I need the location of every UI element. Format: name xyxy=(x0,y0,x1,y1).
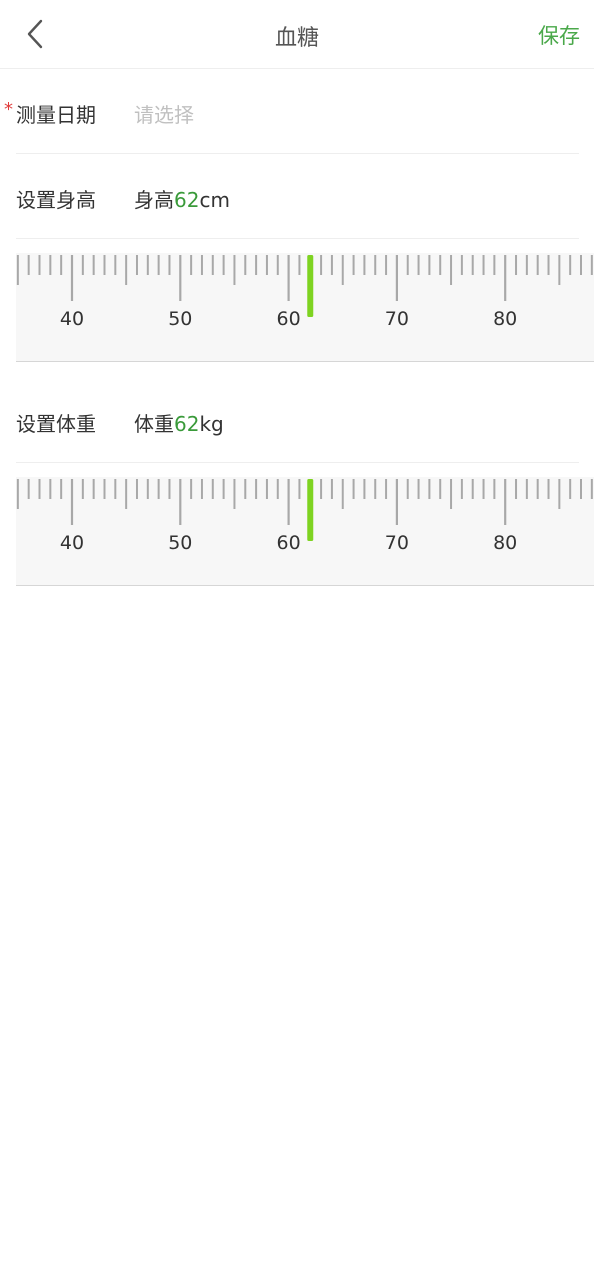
height-row: 设置身高 身高62cm xyxy=(16,154,579,239)
weight-ruler-tick-label: 40 xyxy=(60,532,84,554)
weight-unit: kg xyxy=(199,412,224,436)
height-label: 设置身高 xyxy=(16,188,96,212)
weight-ruler-tick-label: 80 xyxy=(493,532,517,554)
height-ruler[interactable]: 40 50 60 70 80 xyxy=(16,253,594,362)
measure-date-label: 测量日期 xyxy=(16,103,96,127)
weight-ruler-tick-label: 50 xyxy=(168,532,192,554)
weight-label: 设置体重 xyxy=(16,412,96,436)
height-ruler-tick-label: 70 xyxy=(385,308,409,330)
height-unit: cm xyxy=(199,188,230,212)
height-value: 62 xyxy=(174,188,200,212)
weight-ruler-tick-label: 60 xyxy=(277,532,301,554)
height-ruler-scale[interactable]: 40 50 60 70 80 xyxy=(16,253,594,361)
measure-date-row[interactable]: * 测量日期 请选择 xyxy=(4,69,579,154)
save-button[interactable]: 保存 xyxy=(538,20,580,50)
height-ruler-tick-label: 60 xyxy=(277,308,301,330)
weight-ruler-selected-indicator[interactable] xyxy=(307,479,314,541)
measure-date-picker[interactable]: 请选择 xyxy=(134,99,194,128)
height-ruler-tick-label: 50 xyxy=(168,308,192,330)
height-ruler-tick-label: 40 xyxy=(60,308,84,330)
weight-value-display: 体重62kg xyxy=(134,408,224,437)
height-ruler-tick-label: 80 xyxy=(493,308,517,330)
height-ruler-selected-indicator[interactable] xyxy=(307,255,314,317)
required-asterisk: * xyxy=(4,99,13,120)
weight-ruler-scale[interactable]: 40 50 60 70 80 xyxy=(16,477,594,585)
weight-ruler-tick-label: 70 xyxy=(385,532,409,554)
weight-prefix: 体重 xyxy=(134,412,174,436)
weight-value: 62 xyxy=(174,412,200,436)
weight-ruler[interactable]: 40 50 60 70 80 xyxy=(16,477,594,586)
height-prefix: 身高 xyxy=(134,188,174,212)
height-value-display: 身高62cm xyxy=(134,184,230,213)
weight-row: 设置体重 体重62kg xyxy=(16,378,579,463)
app-header: 血糖 保存 xyxy=(0,0,594,69)
page-title: 血糖 xyxy=(274,26,319,51)
